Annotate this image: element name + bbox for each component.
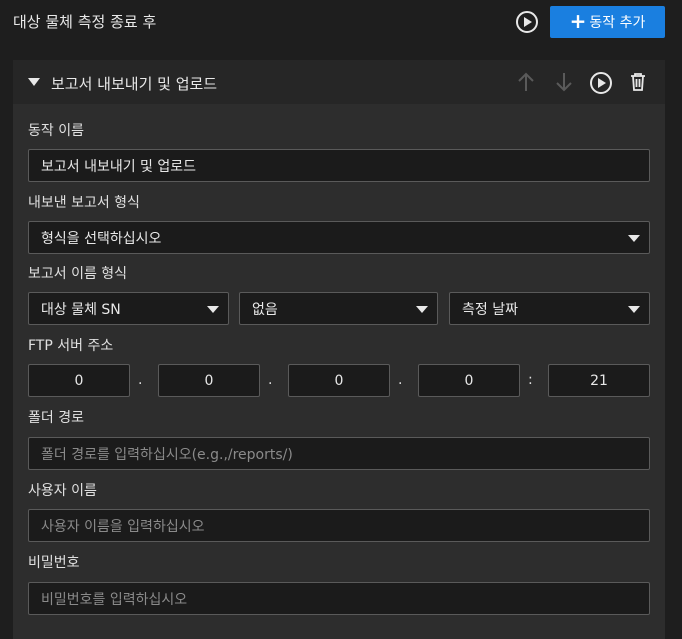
page-title: 대상 물체 측정 종료 후 (13, 13, 157, 31)
delete-trash-icon[interactable] (627, 71, 649, 93)
ftp-dot-separator: . (398, 372, 403, 388)
ftp-port-input[interactable]: 21 (548, 364, 650, 397)
filename-part-1-select[interactable]: 대상 물체 SN (28, 292, 229, 325)
filename-part-1-value: 대상 물체 SN (41, 301, 121, 318)
collapse-caret-icon[interactable] (28, 78, 40, 86)
report-format-select[interactable]: 형식을 선택하십시오 (28, 221, 650, 254)
report-filename-label: 보고서 이름 형식 (28, 266, 128, 282)
chevron-down-icon (628, 235, 640, 242)
username-label: 사용자 이름 (28, 483, 97, 499)
ftp-dot-separator: . (138, 372, 143, 388)
filename-part-2-value: 없음 (252, 301, 278, 318)
action-header[interactable]: 보고서 내보내기 및 업로드 (13, 60, 665, 104)
run-action-play-icon[interactable] (590, 72, 612, 94)
filename-part-3-select[interactable]: 측정 날짜 (449, 292, 650, 325)
action-panel: 보고서 내보내기 및 업로드 동작 이름 보고서 내보내기 및 업로드 내보낸 … (13, 60, 665, 639)
password-label: 비밀번호 (28, 555, 80, 571)
report-format-label: 내보낸 보고서 형식 (28, 195, 140, 211)
filename-part-3-value: 측정 날짜 (462, 301, 518, 318)
run-all-play-icon[interactable] (516, 11, 538, 33)
ftp-octet-3-input[interactable]: 0 (288, 364, 390, 397)
plus-icon: + (569, 9, 587, 33)
top-bar: 대상 물체 측정 종료 후 + 동작 추가 (0, 0, 682, 46)
ftp-octet-4-input[interactable]: 0 (418, 364, 520, 397)
action-name-input[interactable]: 보고서 내보내기 및 업로드 (28, 149, 650, 182)
ftp-address-label: FTP 서버 주소 (28, 338, 114, 354)
ftp-port-separator: : (528, 372, 533, 388)
ftp-octet-1-input[interactable]: 0 (28, 364, 130, 397)
chevron-down-icon (628, 306, 640, 313)
add-action-button[interactable]: + 동작 추가 (550, 6, 665, 38)
action-name-label: 동작 이름 (28, 123, 84, 139)
action-title: 보고서 내보내기 및 업로드 (51, 75, 218, 93)
move-down-arrow-icon[interactable] (553, 71, 575, 93)
report-format-value: 형식을 선택하십시오 (41, 230, 162, 247)
ftp-octet-2-input[interactable]: 0 (158, 364, 260, 397)
folder-path-input[interactable]: 폴더 경로를 입력하십시오(e.g.,/reports/) (28, 437, 650, 470)
ftp-dot-separator: . (268, 372, 273, 388)
add-action-label: 동작 추가 (589, 15, 646, 31)
action-form: 동작 이름 보고서 내보내기 및 업로드 내보낸 보고서 형식 형식을 선택하십… (13, 104, 665, 639)
folder-path-label: 폴더 경로 (28, 410, 84, 426)
chevron-down-icon (207, 306, 219, 313)
filename-part-2-select[interactable]: 없음 (239, 292, 438, 325)
chevron-down-icon (416, 306, 428, 313)
password-input[interactable]: 비밀번호를 입력하십시오 (28, 582, 650, 615)
move-up-arrow-icon[interactable] (515, 71, 537, 93)
username-input[interactable]: 사용자 이름을 입력하십시오 (28, 509, 650, 542)
